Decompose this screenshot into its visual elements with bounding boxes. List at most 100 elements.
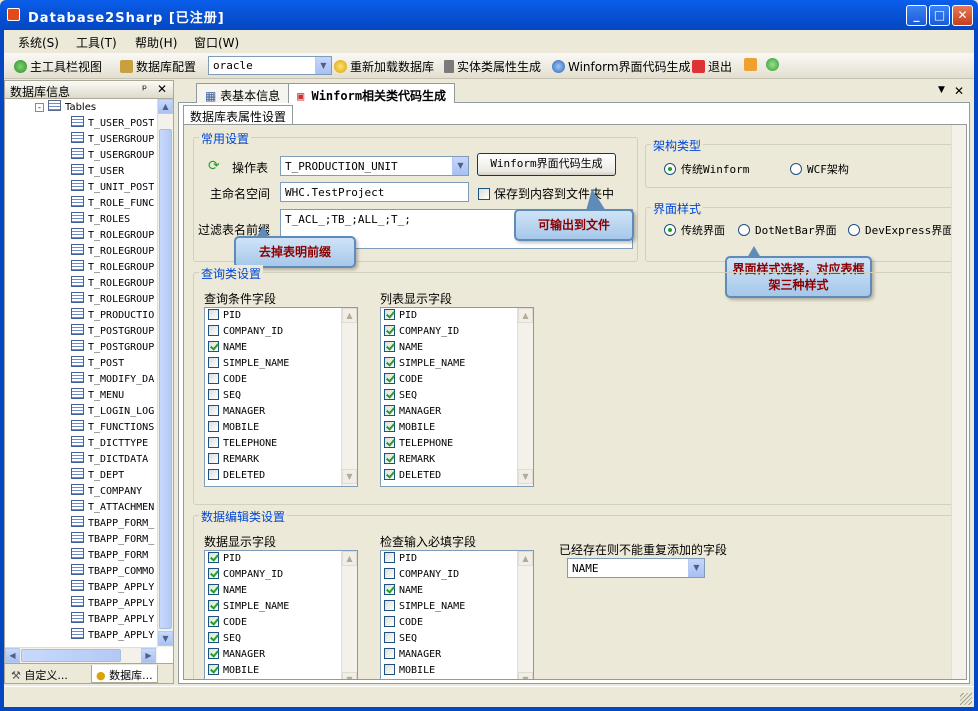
- field-checkbox[interactable]: [384, 453, 395, 464]
- maximize-button[interactable]: □: [929, 5, 950, 26]
- query-cond-list[interactable]: PID COMPANY_ID NAME SIMPLE_NAME CODE SEQ MANAG…: [204, 307, 358, 487]
- field-checkbox[interactable]: [208, 453, 219, 464]
- close-icon[interactable]: ✕: [157, 82, 167, 96]
- field-checkbox[interactable]: [208, 584, 219, 595]
- list-item[interactable]: SIMPLE_NAME: [384, 600, 465, 616]
- tree-item-table[interactable]: TBAPP_APPLY: [71, 628, 154, 644]
- list-display-list[interactable]: PID COMPANY_ID NAME SIMPLE_NAME CODE SEQ MANAG…: [380, 307, 534, 487]
- field-checkbox[interactable]: [384, 664, 395, 675]
- resize-grip-icon[interactable]: [960, 693, 972, 705]
- field-checkbox[interactable]: [384, 469, 395, 480]
- list-item[interactable]: SEQ: [208, 632, 241, 648]
- field-checkbox[interactable]: [208, 405, 219, 416]
- list-item[interactable]: CODE: [384, 616, 423, 632]
- minimize-button[interactable]: _: [906, 5, 927, 26]
- tree-item-table[interactable]: T_DICTTYPE: [71, 436, 148, 452]
- list-item[interactable]: REMARK: [384, 453, 435, 469]
- field-checkbox[interactable]: [208, 421, 219, 432]
- refresh-icon[interactable]: ⟳: [208, 158, 220, 174]
- field-checkbox[interactable]: [384, 600, 395, 611]
- field-checkbox[interactable]: [384, 421, 395, 432]
- field-checkbox[interactable]: [208, 616, 219, 627]
- refresh-button[interactable]: [766, 58, 782, 72]
- tree-item-table[interactable]: T_POSTGROUP: [71, 324, 154, 340]
- display-fields-list[interactable]: PID COMPANY_ID NAME SIMPLE_NAME CODE SEQ MANAG…: [204, 550, 358, 679]
- tree-item-table[interactable]: T_POSTGROUP: [71, 340, 154, 356]
- required-fields-list[interactable]: PID COMPANY_ID NAME SIMPLE_NAME CODE SEQ MANAG…: [380, 550, 534, 679]
- field-checkbox[interactable]: [384, 552, 395, 563]
- chevron-down-icon[interactable]: ▼: [452, 157, 468, 175]
- field-checkbox[interactable]: [208, 357, 219, 368]
- tree-item-table[interactable]: T_USER_POST: [71, 116, 154, 132]
- list-item[interactable]: MANAGER: [208, 648, 265, 664]
- field-checkbox[interactable]: [384, 389, 395, 400]
- list-item[interactable]: REMARK: [208, 453, 259, 469]
- tree-item-table[interactable]: T_ROLEGROUP: [71, 244, 154, 260]
- tab-database[interactable]: ● 数据库...: [91, 665, 158, 683]
- tab-table-props[interactable]: 数据库表属性设置: [183, 105, 294, 125]
- tree-item-table[interactable]: T_ROLEGROUP: [71, 260, 154, 276]
- field-checkbox[interactable]: [208, 341, 219, 352]
- tree-item-table[interactable]: T_MODIFY_DA: [71, 372, 154, 388]
- list-vscrollbar[interactable]: ▲ ▼: [517, 551, 533, 679]
- tree-root-tables[interactable]: - Tables: [35, 100, 96, 116]
- tree-item-table[interactable]: T_PRODUCTIO: [71, 308, 154, 324]
- list-item[interactable]: SEQ: [208, 389, 241, 405]
- tree-item-table[interactable]: TBAPP_FORM: [71, 548, 148, 564]
- list-item[interactable]: PID: [208, 552, 241, 568]
- field-checkbox[interactable]: [384, 584, 395, 595]
- list-item[interactable]: SIMPLE_NAME: [208, 600, 289, 616]
- tree-item-table[interactable]: TBAPP_FORM_: [71, 516, 154, 532]
- tab-winform-gen[interactable]: ▣ Winform相关类代码生成: [288, 83, 456, 103]
- scroll-down-icon[interactable]: ▼: [518, 469, 533, 484]
- field-checkbox[interactable]: [384, 405, 395, 416]
- collapse-icon[interactable]: -: [35, 103, 44, 112]
- field-checkbox[interactable]: [208, 600, 219, 611]
- list-item[interactable]: PID: [384, 552, 417, 568]
- arch-winform-radio[interactable]: 传统Winform: [664, 161, 749, 177]
- field-checkbox[interactable]: [208, 648, 219, 659]
- list-item[interactable]: SEQ: [384, 389, 417, 405]
- tree-item-table[interactable]: T_ROLEGROUP: [71, 276, 154, 292]
- menu-window[interactable]: 窗口(W): [194, 34, 239, 51]
- tree-item-table[interactable]: T_ROLES: [71, 212, 130, 228]
- list-item[interactable]: COMPANY_ID: [384, 325, 459, 341]
- list-item[interactable]: NAME: [384, 584, 423, 600]
- field-checkbox[interactable]: [384, 325, 395, 336]
- main-view-button[interactable]: 主工具栏视图: [14, 58, 102, 75]
- db-config-button[interactable]: 数据库配置: [120, 58, 196, 75]
- list-item[interactable]: MOBILE: [208, 664, 259, 679]
- tree-item-table[interactable]: TBAPP_APPLY: [71, 612, 154, 628]
- table-select[interactable]: T_PRODUCTION_UNIT ▼: [280, 156, 469, 176]
- list-vscrollbar[interactable]: ▲ ▼: [341, 551, 357, 679]
- list-item[interactable]: MOBILE: [384, 664, 435, 679]
- scroll-up-icon[interactable]: ▲: [342, 551, 357, 566]
- arch-wcf-radio[interactable]: WCF架构: [790, 161, 849, 177]
- scroll-up-icon[interactable]: ▲: [518, 551, 533, 566]
- list-item[interactable]: PID: [384, 309, 417, 325]
- tree-item-table[interactable]: T_USERGROUP: [71, 132, 154, 148]
- list-vscrollbar[interactable]: ▲ ▼: [341, 308, 357, 486]
- reload-db-button[interactable]: 重新加载数据库: [334, 58, 434, 75]
- tree-item-table[interactable]: T_ROLEGROUP: [71, 292, 154, 308]
- tree-vscrollbar[interactable]: ▲ ▼: [157, 99, 173, 647]
- tree-item-table[interactable]: T_ATTACHMEN: [71, 500, 154, 516]
- list-item[interactable]: MANAGER: [384, 648, 441, 664]
- scroll-down-icon[interactable]: ▼: [342, 672, 357, 679]
- scroll-right-icon[interactable]: ▶: [141, 648, 156, 663]
- tree-item-table[interactable]: TBAPP_APPLY: [71, 580, 154, 596]
- namespace-input[interactable]: WHC.TestProject: [280, 182, 469, 202]
- field-checkbox[interactable]: [208, 552, 219, 563]
- scroll-thumb[interactable]: [21, 649, 121, 662]
- scroll-thumb[interactable]: [159, 129, 172, 629]
- list-vscrollbar[interactable]: ▲ ▼: [517, 308, 533, 486]
- field-checkbox[interactable]: [208, 389, 219, 400]
- tree-item-table[interactable]: T_UNIT_POST: [71, 180, 154, 196]
- tab-list-icon[interactable]: ▼: [938, 85, 945, 95]
- scroll-up-icon[interactable]: ▲: [518, 308, 533, 323]
- list-item[interactable]: MANAGER: [384, 405, 441, 421]
- list-item[interactable]: NAME: [384, 341, 423, 357]
- tree-hscrollbar[interactable]: ◀ ▶: [5, 647, 157, 663]
- tab-table-info[interactable]: ▦ 表基本信息: [196, 83, 290, 103]
- home-button[interactable]: [744, 58, 760, 72]
